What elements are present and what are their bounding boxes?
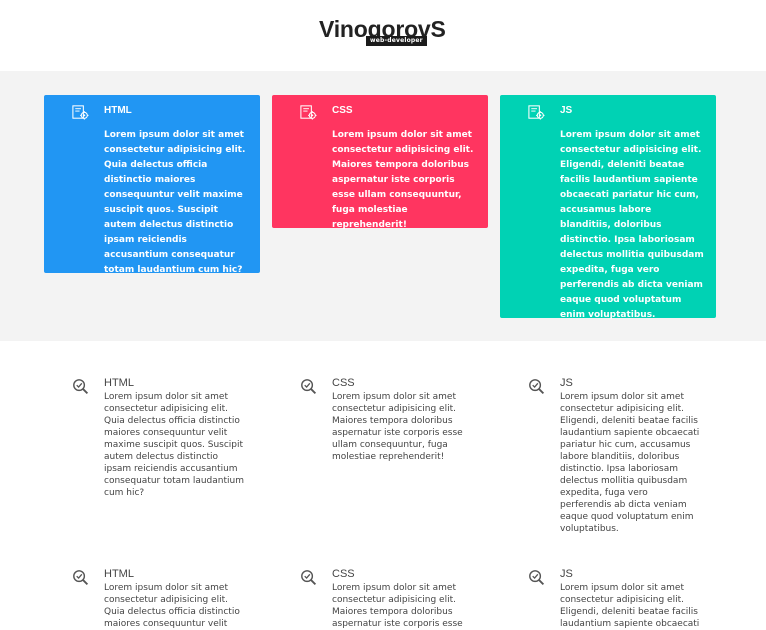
search-check-icon xyxy=(73,379,89,395)
card-title: JS xyxy=(560,105,573,116)
logo-tagline: web-developer xyxy=(366,36,427,46)
card-title: HTML xyxy=(104,105,132,116)
card-text: Lorem ipsum dolor sit amet consectetur a… xyxy=(332,130,474,230)
service-card-js: JS Lorem ipsum dolor sit amet consectetu… xyxy=(500,95,716,320)
card-text: Lorem ipsum dolor sit amet consectetur a… xyxy=(104,130,246,275)
feature-text: Lorem ipsum dolor sit amet consectetur a… xyxy=(104,583,240,629)
services-band: HTML Lorem ipsum dolor sit amet consecte… xyxy=(0,71,766,341)
card-text: Lorem ipsum dolor sit amet consectetur a… xyxy=(560,130,704,320)
feature-title: JS xyxy=(560,568,573,580)
feature-text: Lorem ipsum dolor sit amet consectetur a… xyxy=(560,392,700,534)
code-settings-icon xyxy=(528,105,545,120)
card-title: CSS xyxy=(332,105,353,116)
search-check-icon xyxy=(301,379,317,395)
feature-text: Lorem ipsum dolor sit amet consectetur a… xyxy=(560,583,700,629)
site-header: VinogorovS web-developer xyxy=(0,0,766,71)
feature-title: CSS xyxy=(332,568,355,580)
code-settings-icon xyxy=(72,105,89,120)
feature-title: JS xyxy=(560,377,573,389)
feature-title: HTML xyxy=(104,568,134,580)
search-check-icon xyxy=(529,570,545,586)
search-check-icon xyxy=(301,570,317,586)
search-check-icon xyxy=(73,570,89,586)
service-card-html: HTML Lorem ipsum dolor sit amet consecte… xyxy=(44,95,260,275)
search-check-icon xyxy=(529,379,545,395)
feature-text: Lorem ipsum dolor sit amet consectetur a… xyxy=(104,392,244,498)
feature-text: Lorem ipsum dolor sit amet consectetur a… xyxy=(332,583,463,629)
code-settings-icon xyxy=(300,105,317,120)
feature-title: CSS xyxy=(332,377,355,389)
feature-text: Lorem ipsum dolor sit amet consectetur a… xyxy=(332,392,463,462)
service-card-css: CSS Lorem ipsum dolor sit amet consectet… xyxy=(272,95,488,230)
site-logo[interactable]: VinogorovS web-developer xyxy=(319,15,446,47)
feature-title: HTML xyxy=(104,377,134,389)
